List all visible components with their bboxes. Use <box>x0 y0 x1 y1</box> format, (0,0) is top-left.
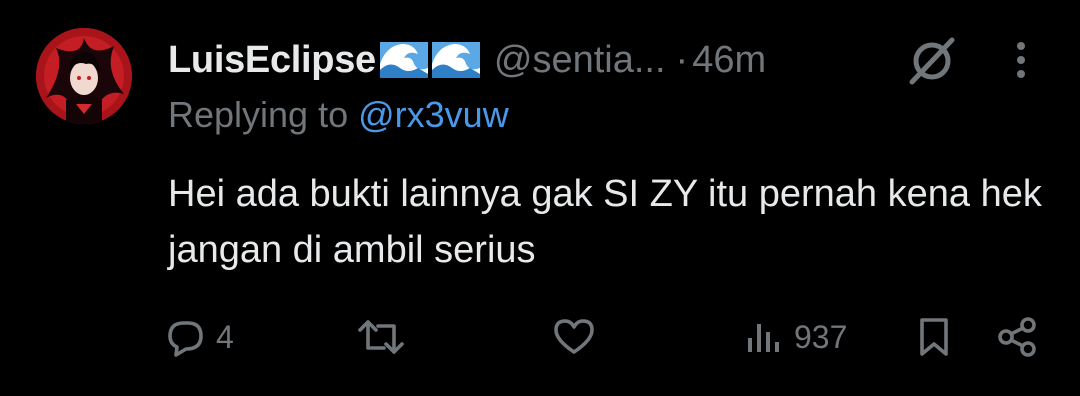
grok-icon[interactable] <box>904 34 960 86</box>
separator-dot: · <box>675 38 689 81</box>
views-icon <box>748 324 779 352</box>
tweet-text: Hei ada bukti lainnya gak SI ZY itu pern… <box>168 173 1042 271</box>
user-handle[interactable]: @sentia... <box>494 39 666 82</box>
reply-icon <box>168 321 203 357</box>
avatar-image <box>36 28 132 124</box>
avatar[interactable] <box>36 28 132 124</box>
water-wave-icon <box>431 42 480 78</box>
tweet[interactable]: LuisEclipse @sentia... · 46m Replying to… <box>0 0 1080 396</box>
view-count: 937 <box>794 318 848 355</box>
tweet-header: LuisEclipse @sentia... · 46m <box>168 32 766 88</box>
share-button[interactable] <box>996 310 1038 364</box>
views-button[interactable]: 937 <box>744 310 847 364</box>
name-emojis <box>378 38 482 82</box>
reply-button[interactable]: 4 <box>164 310 234 364</box>
reply-count: 4 <box>216 318 234 355</box>
reply-mention-link[interactable]: @rx3vuw <box>358 94 509 135</box>
share-icon <box>998 317 1036 357</box>
display-name[interactable]: LuisEclipse <box>168 39 376 82</box>
like-button[interactable] <box>552 310 606 364</box>
retweet-button[interactable] <box>356 310 416 364</box>
like-icon <box>554 319 594 354</box>
more-icon[interactable] <box>1004 38 1038 82</box>
bookmark-icon <box>920 318 948 356</box>
bookmark-button[interactable] <box>914 310 954 364</box>
replying-prefix: Replying to <box>168 94 349 135</box>
timestamp[interactable]: 46m <box>692 39 766 82</box>
retweet-icon <box>358 320 404 354</box>
replying-to: Replying to @rx3vuw <box>168 94 509 136</box>
water-wave-icon <box>379 42 428 78</box>
action-bar: 4 937 <box>0 310 1080 364</box>
